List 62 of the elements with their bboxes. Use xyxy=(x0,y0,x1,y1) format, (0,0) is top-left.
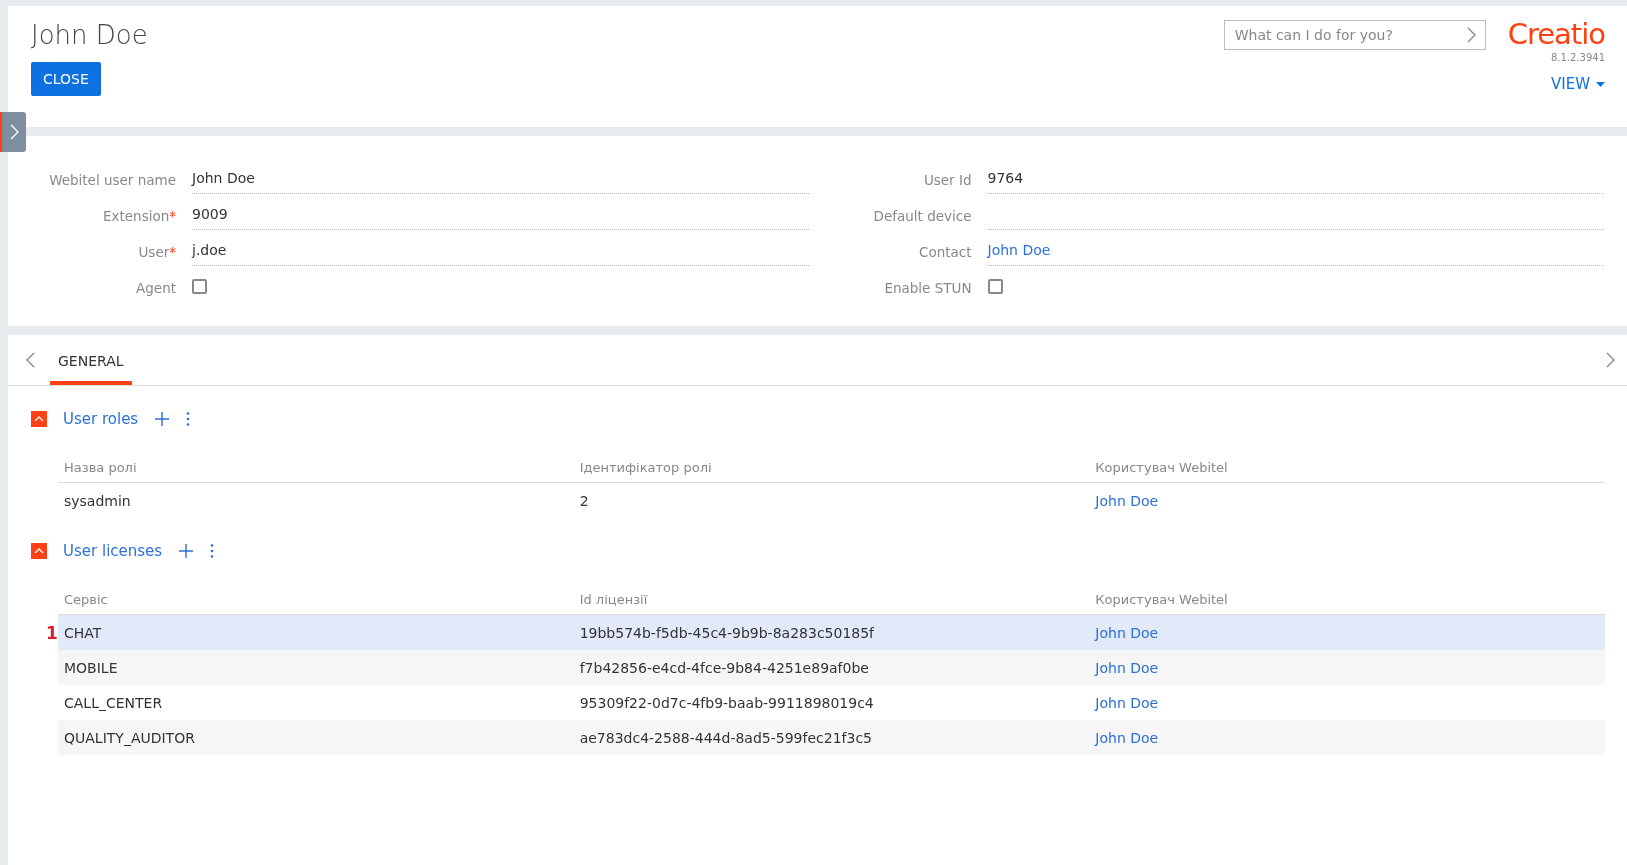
column-header: Користувач Webitel xyxy=(1094,591,1229,607)
link-field[interactable]: John Doe xyxy=(987,235,1604,266)
page-title: John Doe xyxy=(31,20,148,50)
chevron-right-icon xyxy=(9,124,19,140)
input-field[interactable]: John Doe xyxy=(192,163,809,194)
field-label: Extension* xyxy=(101,208,177,226)
input-field[interactable]: 9009 xyxy=(192,199,809,230)
column-header: Ідентифікатор ролі xyxy=(578,459,713,475)
table-cell-text: CHAT xyxy=(63,624,103,641)
field-label: Agent xyxy=(135,280,177,298)
contact-link[interactable]: John Doe xyxy=(1089,729,1605,746)
contact-link[interactable]: John Doe xyxy=(1089,659,1605,676)
chevron-right-icon xyxy=(1465,27,1476,43)
checkbox[interactable] xyxy=(987,279,1003,294)
chevron-up-icon xyxy=(34,416,44,422)
contact-link[interactable]: John Doe xyxy=(1089,492,1605,509)
section-title: User roles xyxy=(63,410,139,428)
column-header: Користувач Webitel xyxy=(1094,459,1229,475)
caret-icon xyxy=(1596,81,1605,87)
field-label: Enable STUN xyxy=(883,280,973,298)
field-label: Contact xyxy=(917,244,973,262)
field-label: User Id xyxy=(922,172,973,190)
more-button[interactable] xyxy=(210,543,215,559)
collapse-toggle[interactable] xyxy=(31,411,47,427)
table-cell-text: f7b42856-e4cd-4fce-9b84-4251e89af0be xyxy=(578,659,870,676)
view-button[interactable]: VIEW xyxy=(1551,75,1605,93)
add-button[interactable] xyxy=(154,411,171,427)
field-label: Webitel user name xyxy=(48,172,177,190)
table-cell-text: ae783dc4-2588-444d-8ad5-599fec21f3c5 xyxy=(578,729,873,746)
more-button[interactable] xyxy=(186,411,191,427)
table-cell-text: sysadmin xyxy=(63,492,132,509)
contact-link[interactable]: John Doe xyxy=(1089,694,1605,711)
table-cell-text: MOBILE xyxy=(63,659,119,676)
field-label: User* xyxy=(137,244,177,262)
column-header: Назва ролі xyxy=(63,459,138,475)
checkbox[interactable] xyxy=(192,279,207,294)
chevron-left-icon xyxy=(26,352,36,368)
table-cell-text: 19bb574b-f5db-45c4-9b9b-8a283c50185f xyxy=(578,624,876,641)
table-row[interactable]: QUALITY_AUDITOR ae783dc4-2588-444d-8ad5-599fec21f3c5 John Doe xyxy=(58,720,1605,755)
annotation-number: 1 xyxy=(46,622,58,643)
close-button[interactable]: CLOSE xyxy=(31,62,101,96)
chevron-right-icon xyxy=(1605,352,1615,368)
logo: Creatio xyxy=(1507,20,1605,49)
tab[interactable]: GENERAL xyxy=(50,335,132,385)
table-cell-text: CALL_CENTER xyxy=(63,694,164,711)
add-button[interactable] xyxy=(178,543,195,559)
section-title: User licenses xyxy=(63,542,163,560)
input-field[interactable]: j.doe xyxy=(192,235,809,266)
search-field[interactable]: What can I do for you? xyxy=(1223,20,1486,50)
input-field[interactable]: 9764 xyxy=(987,163,1604,194)
sidebar-toggle[interactable] xyxy=(0,112,26,152)
column-header: Id ліцензії xyxy=(578,591,649,607)
table-cell-text: 95309f22-0d7c-4fb9-baab-9911898019c4 xyxy=(578,694,875,711)
field-label: Default device xyxy=(872,208,973,226)
collapse-toggle[interactable] xyxy=(31,543,47,559)
column-header: Сервіс xyxy=(63,591,109,607)
version-text: 8.1.2.3941 xyxy=(1550,52,1605,63)
table-cell-text: 2 xyxy=(578,492,590,509)
contact-link[interactable]: John Doe xyxy=(1089,624,1605,641)
table-cell-text: QUALITY_AUDITOR xyxy=(63,729,196,746)
chevron-up-icon xyxy=(34,548,44,554)
table-row[interactable]: MOBILE f7b42856-e4cd-4fce-9b84-4251e89af0be John Doe xyxy=(58,650,1605,685)
